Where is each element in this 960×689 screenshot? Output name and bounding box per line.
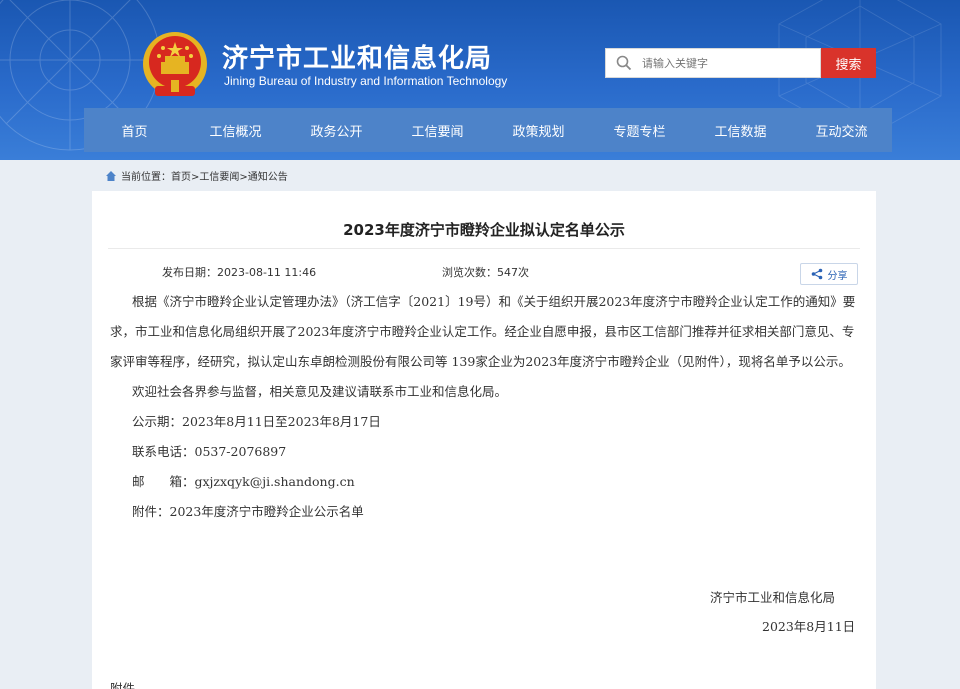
share-label: 分享 [827, 270, 848, 282]
share-icon [811, 268, 822, 280]
title-divider [108, 248, 860, 249]
main-nav: 首页 工信概况 政务公开 工信要闻 政策规划 专题专栏 工信数据 互动交流 [84, 108, 892, 152]
article-body: 根据《济宁市瞪羚企业认定管理办法》（济工信字〔2021〕19号）和《关于组织开展… [110, 287, 860, 527]
breadcrumb-text[interactable]: 当前位置：首页>工信要闻>通知公告 [121, 168, 288, 183]
search-button[interactable]: 搜索 [821, 48, 876, 78]
paragraph-2: 欢迎社会各界参与监督，相关意见及建议请联系市工业和信息化局。 [132, 384, 508, 399]
nav-item-interaction[interactable]: 互动交流 [791, 108, 892, 152]
search-box[interactable] [605, 48, 821, 78]
breadcrumb: 当前位置：首页>工信要闻>通知公告 [105, 168, 288, 183]
nav-item-government-affairs[interactable]: 政务公开 [286, 108, 387, 152]
publish-date: 发布日期：2023-08-11 11:46 [162, 266, 317, 279]
site-subtitle: Jining Bureau of Industry and Informatio… [224, 74, 508, 88]
nav-item-policy[interactable]: 政策规划 [488, 108, 589, 152]
attachment-heading: 附件 [110, 681, 136, 689]
nav-item-home[interactable]: 首页 [84, 108, 185, 152]
nav-item-data[interactable]: 工信数据 [690, 108, 791, 152]
attachment-link[interactable]: 附件：2023年度济宁市瞪羚企业公示名单 [110, 497, 860, 527]
signature-organization: 济宁市工业和信息化局 [710, 590, 836, 605]
contact-phone: 联系电话：0537-2076897 [132, 444, 287, 459]
emblem-icon [143, 32, 207, 96]
nav-item-news[interactable]: 工信要闻 [387, 108, 488, 152]
home-icon [105, 170, 117, 182]
article-title: 2023年度济宁市瞪羚企业拟认定名单公示 [343, 221, 625, 239]
site-title[interactable]: 济宁市工业和信息化局 [222, 38, 492, 75]
nav-item-topics[interactable]: 专题专栏 [589, 108, 690, 152]
view-count: 浏览次数：547次 [442, 266, 529, 279]
publicity-period: 公示期：2023年8月11日至2023年8月17日 [132, 414, 381, 429]
search-icon [606, 48, 642, 78]
signature-date: 2023年8月11日 [762, 619, 856, 634]
article-card: 2023年度济宁市瞪羚企业拟认定名单公示 发布日期：2023-08-11 11:… [92, 191, 876, 689]
nav-item-overview[interactable]: 工信概况 [185, 108, 286, 152]
contact-email: 邮 箱：gxjzxqyk@ji.shandong.cn [132, 474, 355, 489]
search-input[interactable] [642, 56, 812, 70]
paragraph-1: 根据《济宁市瞪羚企业认定管理办法》（济工信字〔2021〕19号）和《关于组织开展… [110, 294, 856, 369]
share-button[interactable]: 分享 [800, 263, 858, 285]
